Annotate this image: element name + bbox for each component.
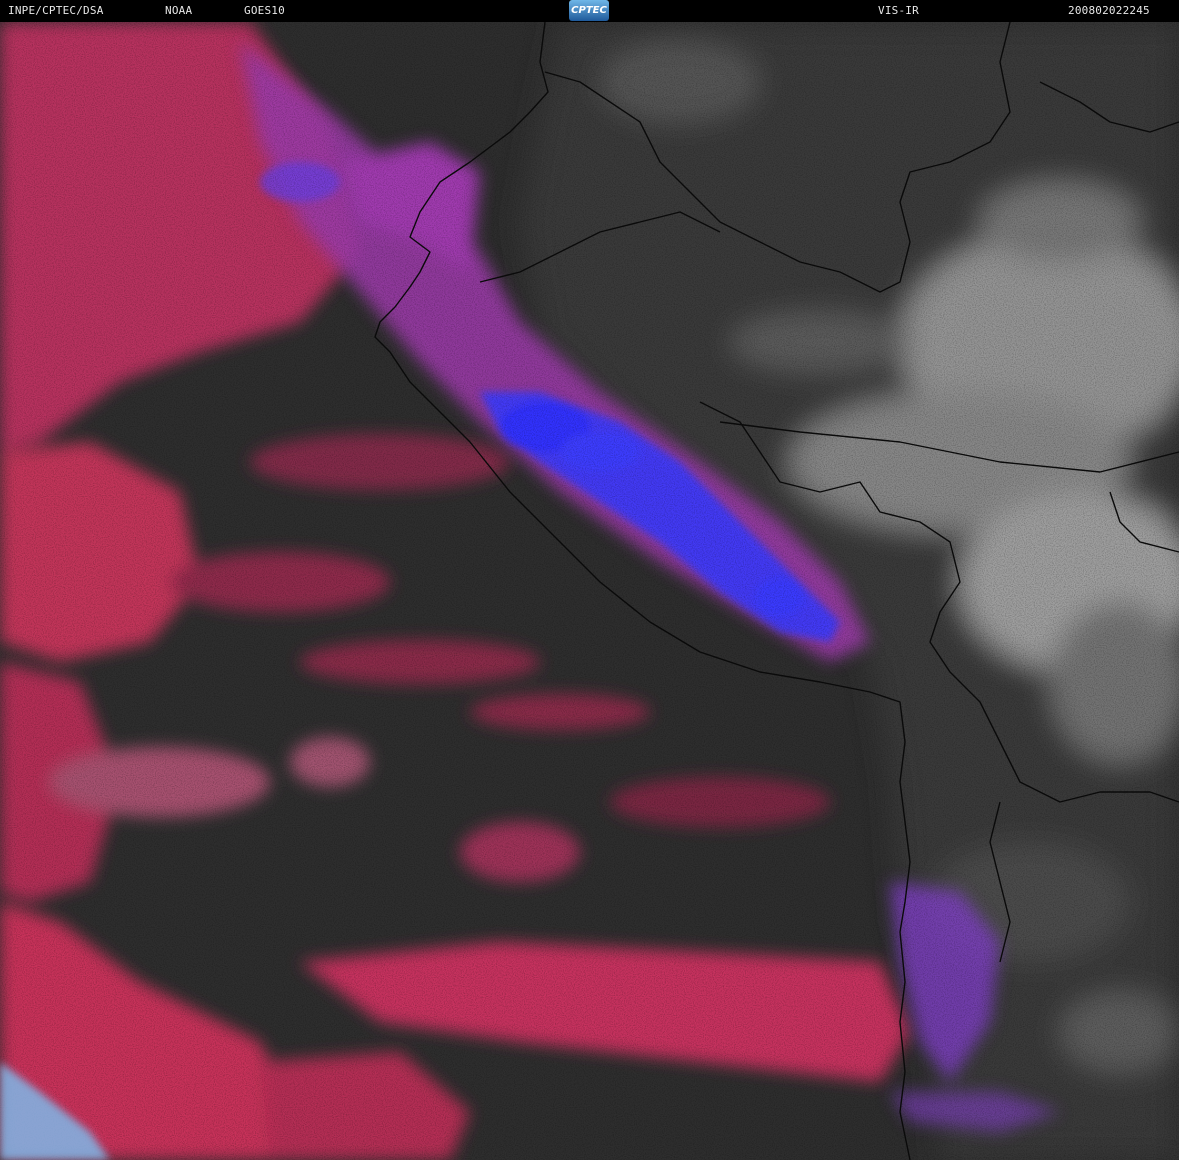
timestamp-label: 200802022245 — [1068, 4, 1150, 17]
cptec-logo: CPTEC — [569, 0, 609, 21]
agency-label: NOAA — [165, 4, 193, 17]
satellite-label: GOES10 — [244, 4, 285, 17]
image-header-bar: INPE/CPTEC/DSA NOAA GOES10 CPTEC VIS-IR … — [0, 0, 1179, 22]
channel-label: VIS-IR — [878, 4, 919, 17]
satellite-image — [0, 22, 1179, 1160]
institution-label: INPE/CPTEC/DSA — [8, 4, 104, 17]
